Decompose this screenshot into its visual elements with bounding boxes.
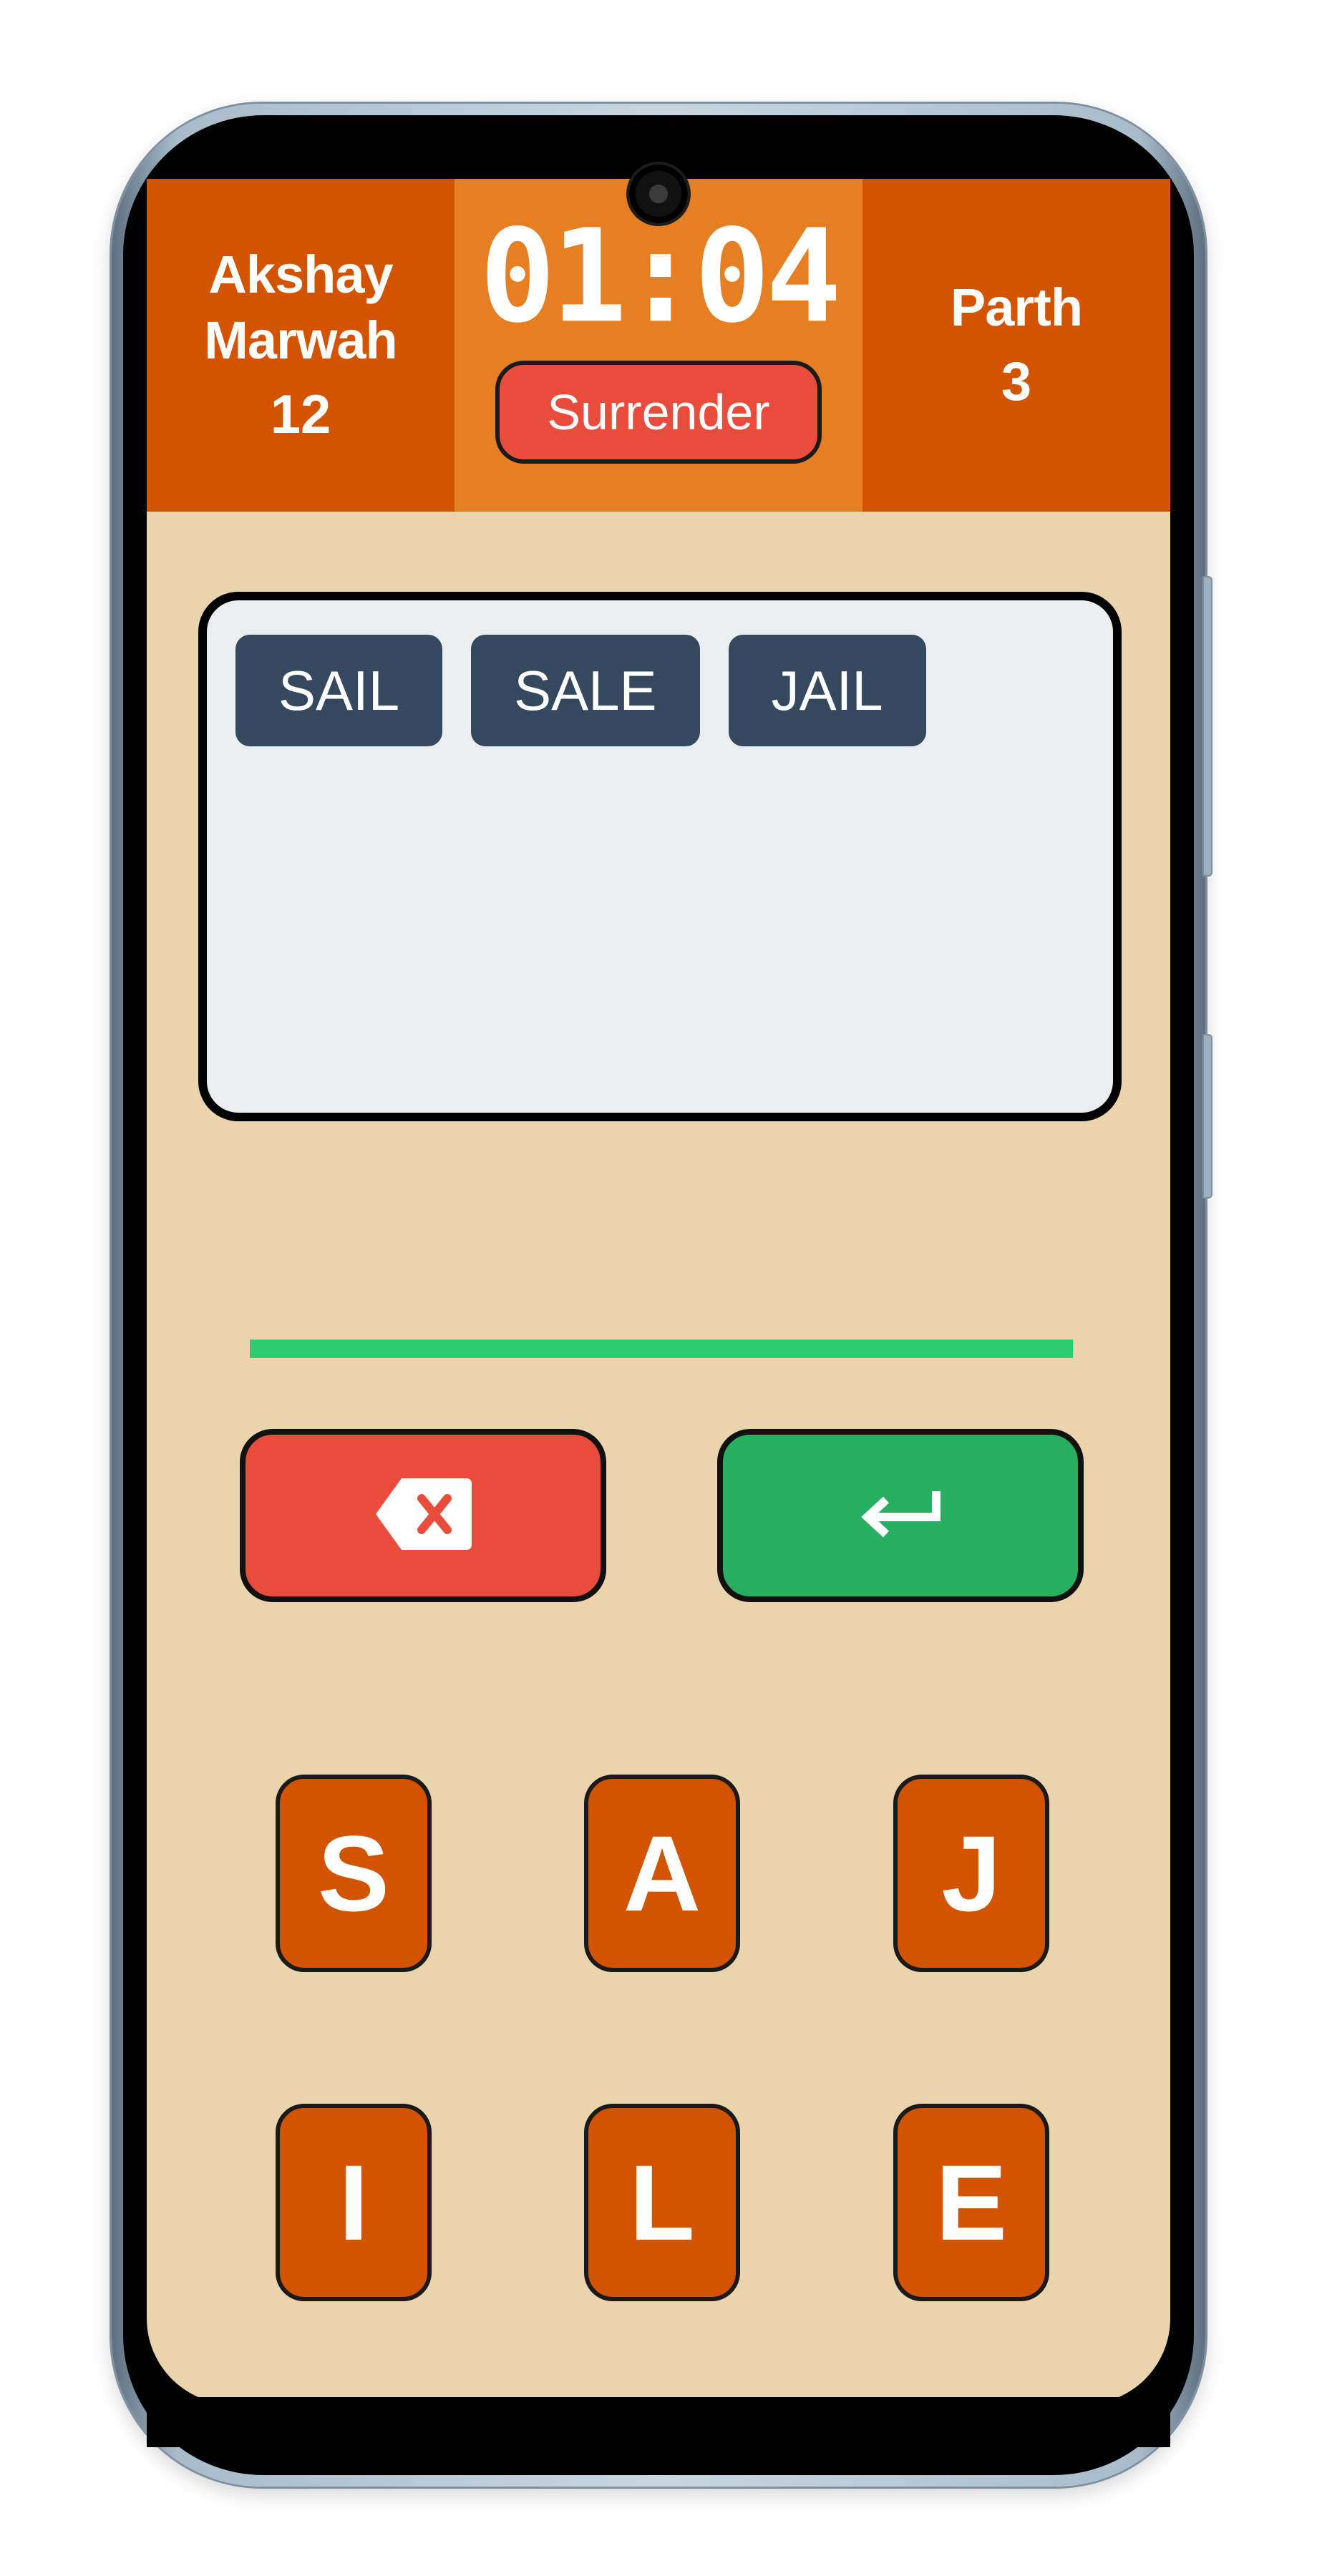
player-right-score: 3 [1001, 351, 1032, 412]
backspace-button[interactable] [240, 1429, 606, 1602]
player-left-score: 12 [270, 384, 331, 445]
letter-tile[interactable]: L [584, 2104, 740, 2301]
letter-tile[interactable]: A [584, 1775, 740, 1972]
game-screen: Akshay Marwah 12 01:04 Surrender Parth 3… [147, 179, 1170, 2404]
found-word-chip: SAIL [235, 635, 443, 746]
found-word-chip: JAIL [728, 635, 926, 746]
volume-button [1202, 576, 1212, 877]
found-words-box: SAIL SALE JAIL [198, 592, 1122, 1121]
letter-tile[interactable]: E [893, 2104, 1049, 2301]
front-camera [629, 165, 688, 223]
found-word-chip: SALE [471, 635, 700, 746]
player-left-panel: Akshay Marwah 12 [147, 179, 455, 512]
player-right-name: Parth [950, 277, 1083, 337]
enter-button[interactable] [717, 1429, 1084, 1602]
letter-tile[interactable]: S [276, 1775, 432, 1972]
player-left-name: Akshay Marwah [204, 244, 398, 370]
game-header: Akshay Marwah 12 01:04 Surrender Parth 3 [147, 179, 1170, 512]
letter-tile[interactable]: I [276, 2104, 432, 2301]
countdown-timer: 01:04 [480, 201, 842, 352]
letter-tile[interactable]: J [893, 1775, 1049, 1972]
backspace-icon [373, 1475, 473, 1557]
enter-icon [857, 1485, 943, 1546]
screen-bottom-bezel [147, 2397, 1170, 2447]
input-progress-track [250, 1340, 1073, 1358]
timer-panel: 01:04 Surrender [455, 179, 862, 512]
surrender-button[interactable]: Surrender [495, 361, 822, 464]
player-right-panel: Parth 3 [862, 179, 1170, 512]
power-button [1202, 1034, 1212, 1199]
input-progress-fill [250, 1340, 1073, 1358]
